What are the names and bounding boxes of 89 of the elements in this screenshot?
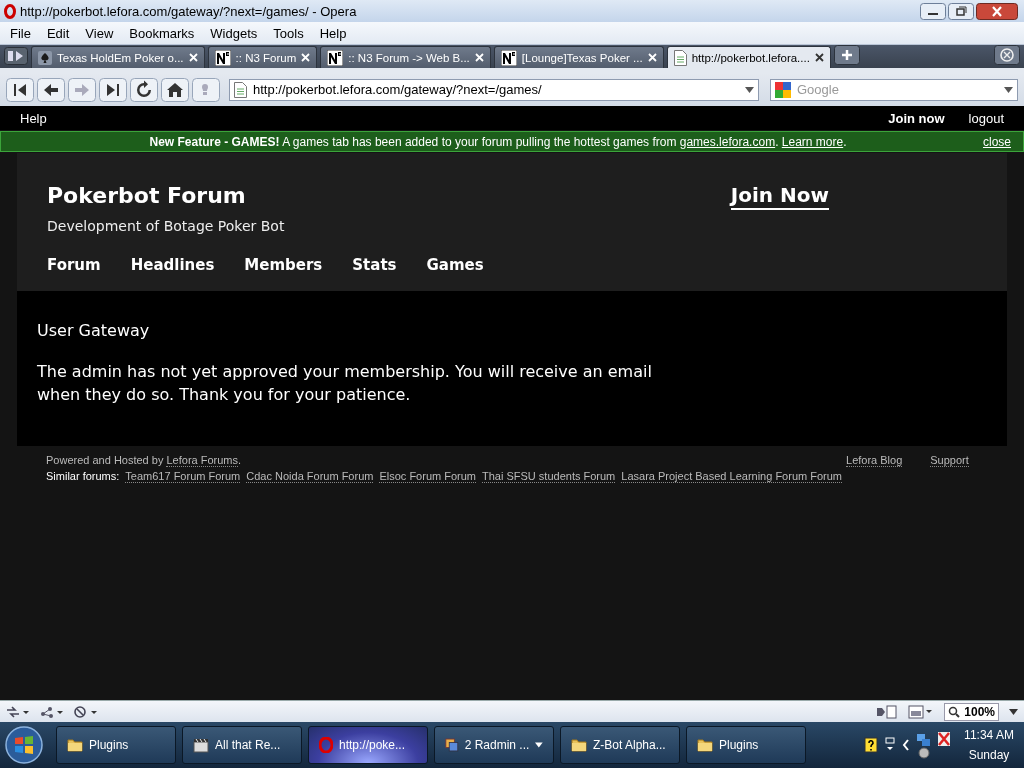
view-icon[interactable] <box>908 704 935 719</box>
dropdown-arrow-icon[interactable] <box>535 742 543 748</box>
chevron-left-icon[interactable] <box>902 739 910 751</box>
taskbar-button[interactable]: All that Re... <box>182 726 302 764</box>
dropdown-arrow-icon[interactable] <box>1004 86 1013 93</box>
nav-link[interactable]: Headlines <box>130 256 215 291</box>
arrows-icon[interactable] <box>6 705 30 718</box>
maximize-button[interactable] <box>948 2 974 20</box>
forum-title: Pokerbot Forum <box>47 183 247 208</box>
help-link[interactable]: Help <box>20 110 865 126</box>
nav-link[interactable]: Forum <box>47 256 101 291</box>
forum-link[interactable]: Thai SFSU students Forum <box>482 470 616 483</box>
browser-tab[interactable]: :: N3 Forum <box>207 46 318 68</box>
window-group-icon <box>445 737 459 753</box>
spade-icon <box>38 50 52 65</box>
footer-link[interactable]: Lefora Blog <box>846 454 903 467</box>
menu-item[interactable]: Bookmarks <box>121 25 203 41</box>
announcement-text: New Feature - GAMES! A games tab has been added to your forum pulling the hottest games from games.lefora.com. Learn more. <box>148 134 848 149</box>
zoom-field[interactable]: 100% <box>944 702 999 721</box>
nav-link[interactable]: Games <box>426 256 484 291</box>
menu-item[interactable]: Help <box>311 25 355 41</box>
taskbar-button[interactable]: Plugins <box>686 726 806 764</box>
clock-time[interactable]: 11:34 AM <box>964 728 1014 742</box>
forum-subtitle: Development of Botage Poker Bot <box>47 218 286 234</box>
reload-button[interactable] <box>130 77 158 102</box>
close-button[interactable] <box>976 2 1018 20</box>
logout-link[interactable]: logout <box>968 110 1004 126</box>
address-field[interactable]: http://pokerbot.lefora.com/gateway/?next=/games/ <box>229 78 759 101</box>
footer-link[interactable]: Support <box>930 454 969 467</box>
home-button[interactable] <box>161 77 189 102</box>
link[interactable]: Lefora Forums <box>166 454 238 467</box>
n3-icon <box>214 49 231 66</box>
nav-link[interactable]: Members <box>244 256 323 291</box>
minimize-button[interactable] <box>920 2 946 20</box>
clock-day[interactable]: Sunday <box>968 748 1010 762</box>
menu-item[interactable]: Tools <box>265 25 312 41</box>
windows-icon[interactable] <box>884 737 896 753</box>
n3-icon <box>327 49 344 66</box>
menu-item[interactable]: Edit <box>38 25 78 41</box>
page-icon <box>234 81 247 98</box>
browser-tab[interactable]: http://pokerbot.lefora.... <box>666 46 831 68</box>
panel-toggle-icon[interactable] <box>4 47 28 65</box>
tray-icons-drawing[interactable] <box>916 730 952 760</box>
magnifier-icon <box>948 705 961 718</box>
powered-by-text: Powered and Hosted by Lefora Forums. <box>46 454 243 466</box>
page-icon <box>673 49 687 66</box>
nav-link[interactable]: Stats <box>352 256 397 291</box>
blocked-icon[interactable] <box>74 705 98 718</box>
search-field[interactable]: Google <box>770 78 1018 101</box>
start-button[interactable] <box>4 725 44 765</box>
taskbar-button[interactable]: Z-Bot Alpha... <box>560 726 680 764</box>
clapperboard-icon <box>193 737 209 753</box>
back-button[interactable] <box>37 77 65 102</box>
forum-link[interactable]: Cdac Noida Forum Forum <box>246 470 374 483</box>
folder-icon <box>571 738 587 752</box>
rewind-button[interactable] <box>6 77 34 102</box>
dropdown-arrow-icon[interactable] <box>1009 708 1018 715</box>
help-icon[interactable] <box>864 737 878 753</box>
window-title: http://pokerbot.lefora.com/gateway/?next=/games/ - Opera <box>20 3 358 19</box>
menu-item[interactable]: File <box>2 25 39 41</box>
new-tab-button[interactable] <box>833 45 860 65</box>
browser-tab[interactable]: [Lounge]Texas Poker ... <box>493 46 664 68</box>
taskbar-button[interactable]: 2 Radmin ... <box>434 726 554 764</box>
join-now-link[interactable]: Join now <box>888 110 945 126</box>
membership-message: The admin has not yet approved your membership. You will receive an email when they do so. Thank you for your patience. <box>37 361 653 406</box>
page-heading: User Gateway <box>37 321 151 340</box>
opera-logo-icon <box>4 3 16 19</box>
fast-forward-button[interactable] <box>99 77 127 102</box>
browser-tab[interactable]: Texas HoldEm Poker o... <box>31 46 205 68</box>
taskbar-button[interactable]: http://poke... <box>308 726 428 764</box>
forum-link[interactable]: Elsoc Forum Forum <box>379 470 476 483</box>
forum-link[interactable]: Lasara Project Based Learning Forum Forum <box>621 470 842 483</box>
browser-tab[interactable]: :: N3 Forum -> Web B... <box>320 46 491 68</box>
close-icon[interactable] <box>814 53 824 62</box>
n3-icon <box>500 49 517 66</box>
network-icon[interactable] <box>40 705 64 718</box>
join-now-link[interactable]: Join Now <box>730 183 829 210</box>
menu-item[interactable]: View <box>77 25 122 41</box>
menu-item[interactable]: Widgets <box>202 25 266 41</box>
taskbar-button[interactable]: Plugins <box>56 726 176 764</box>
dropdown-arrow-icon[interactable] <box>745 86 754 93</box>
folder-icon <box>697 738 713 752</box>
folder-icon <box>67 738 83 752</box>
similar-forums-label: Similar forums: <box>46 470 120 483</box>
google-icon <box>775 81 791 98</box>
forum-link[interactable]: Team617 Forum Forum <box>125 470 241 483</box>
close-link[interactable]: close <box>983 134 1011 149</box>
opera-icon <box>319 737 333 753</box>
page-layout-icon[interactable] <box>876 704 899 719</box>
